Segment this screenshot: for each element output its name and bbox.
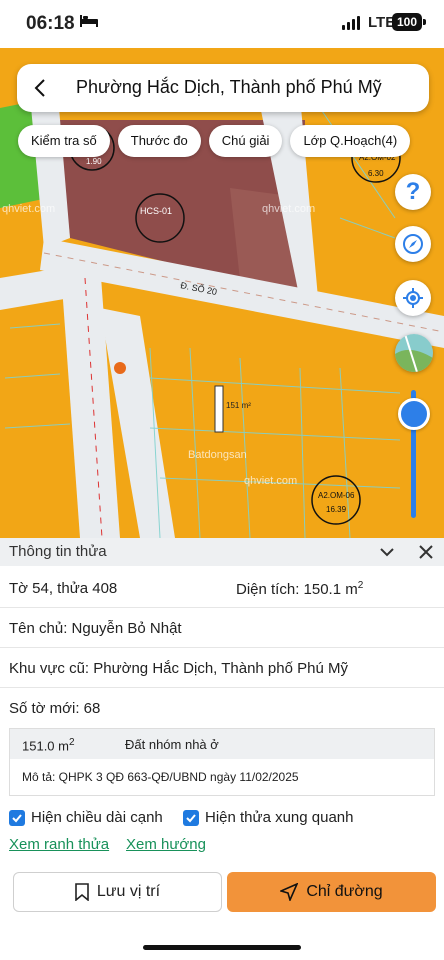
- status-bar: 06:18 LTE 100: [0, 0, 444, 48]
- chip-planning-layers[interactable]: Lớp Q.Hoạch(4): [290, 125, 411, 157]
- neighbor-parcels-checkbox[interactable]: Hiện thửa xung quanh: [183, 809, 353, 826]
- checkbox-checked-icon[interactable]: [9, 809, 25, 826]
- save-label: Lưu vị trí: [96, 883, 161, 900]
- chip-legend[interactable]: Chú giải: [208, 125, 283, 157]
- watermark: qhviet.com: [262, 203, 315, 215]
- map-layers-icon[interactable]: [395, 334, 433, 372]
- watermark: Batdongsan: [188, 449, 247, 461]
- zoning-description: Mô tả: QHPK 3 QĐ 663-QĐ/UBND ngày 11/02/…: [22, 770, 299, 784]
- edge-length-checkbox[interactable]: Hiện chiều dài cạnh: [9, 809, 163, 826]
- map-view[interactable]: 151 m² Đ. SỐ 20 HCS-01 A2.OM-02 A2.OM-06…: [0, 48, 444, 538]
- owner-row: Tên chủ: Nguyễn Bỏ Nhật: [0, 608, 444, 648]
- help-icon[interactable]: ?: [395, 174, 431, 210]
- old-area-row: Khu vực cũ: Phường Hắc Dịch, Thành phố P…: [0, 648, 444, 688]
- panel-title: Thông tin thửa: [9, 543, 107, 560]
- panel-header: Thông tin thửa: [0, 538, 444, 566]
- new-sheet-row: Số tờ mới: 68: [0, 688, 444, 728]
- signal-icon: [342, 16, 360, 30]
- my-location-icon[interactable]: [395, 280, 431, 316]
- zoning-detail-box: 151.0 m2 Đất nhóm nhà ở Mô tả: QHPK 3 QĐ…: [9, 728, 435, 796]
- zone-label-om06: A2.OM-06: [318, 491, 355, 500]
- home-indicator: [143, 945, 301, 950]
- location-title: Phường Hắc Dịch, Thành phố Phú Mỹ: [76, 77, 382, 97]
- parcel-area-label: 151 m²: [226, 401, 251, 410]
- save-location-button[interactable]: Lưu vị trí: [13, 872, 222, 912]
- search-bar[interactable]: Phường Hắc Dịch, Thành phố Phú Mỹ: [17, 64, 429, 112]
- chip-ruler[interactable]: Thước đo: [117, 125, 201, 157]
- edge-length-label: Hiện chiều dài cạnh: [31, 809, 163, 826]
- view-boundary-link[interactable]: Xem ranh thửa: [9, 836, 109, 853]
- owner-text: Tên chủ: Nguyễn Bỏ Nhật: [9, 620, 182, 637]
- compass-icon[interactable]: [395, 226, 431, 262]
- checkbox-checked-icon[interactable]: [183, 809, 199, 826]
- filter-chips: Kiểm tra số Thước đo Chú giải Lớp Q.Hoạc…: [18, 125, 411, 157]
- detail-area: 151.0 m2: [22, 737, 75, 754]
- directions-label: Chỉ đường: [306, 883, 383, 900]
- close-icon[interactable]: [418, 544, 434, 560]
- status-time: 06:18: [26, 13, 75, 34]
- directions-button[interactable]: Chỉ đường: [227, 872, 436, 912]
- parcel-row: Tờ 54, thửa 408 Diện tích: 150.1 m2: [0, 568, 444, 608]
- new-sheet-text: Số tờ mới: 68: [9, 700, 101, 717]
- land-type: Đất nhóm nhà ở: [125, 737, 219, 752]
- back-arrow-icon[interactable]: [29, 76, 53, 100]
- neighbor-parcels-label: Hiện thửa xung quanh: [205, 809, 354, 826]
- navigation-arrow-icon: [280, 883, 299, 901]
- watermark: qhviet.com: [244, 475, 297, 487]
- area-text: Diện tích: 150.1 m2: [236, 580, 364, 598]
- opacity-slider-handle[interactable]: [398, 398, 430, 430]
- watermark: qhviet.com: [2, 203, 55, 215]
- zone-value-1: 1.90: [86, 157, 102, 166]
- sheet-parcel-text: Tờ 54, thửa 408: [9, 580, 118, 597]
- zone-value-3: 16.39: [326, 505, 347, 514]
- zone-value-2: 6.30: [368, 169, 384, 178]
- old-area-text: Khu vực cũ: Phường Hắc Dịch, Thành phố P…: [9, 660, 348, 677]
- sleep-icon: [80, 15, 98, 27]
- parcel-info-panel: Thông tin thửa Tờ 54, thửa 408 Diện tích…: [0, 538, 444, 960]
- chevron-down-icon[interactable]: [378, 543, 396, 561]
- chip-check-number[interactable]: Kiểm tra số: [18, 125, 110, 157]
- view-direction-link[interactable]: Xem hướng: [126, 836, 206, 853]
- map-canvas: 151 m² Đ. SỐ 20 HCS-01 A2.OM-02 A2.OM-06…: [0, 96, 444, 538]
- zone-label-hcs: HCS-01: [140, 206, 172, 216]
- battery-icon: 100: [392, 13, 426, 31]
- bookmark-icon: [75, 883, 89, 901]
- location-pin-icon: [114, 362, 126, 374]
